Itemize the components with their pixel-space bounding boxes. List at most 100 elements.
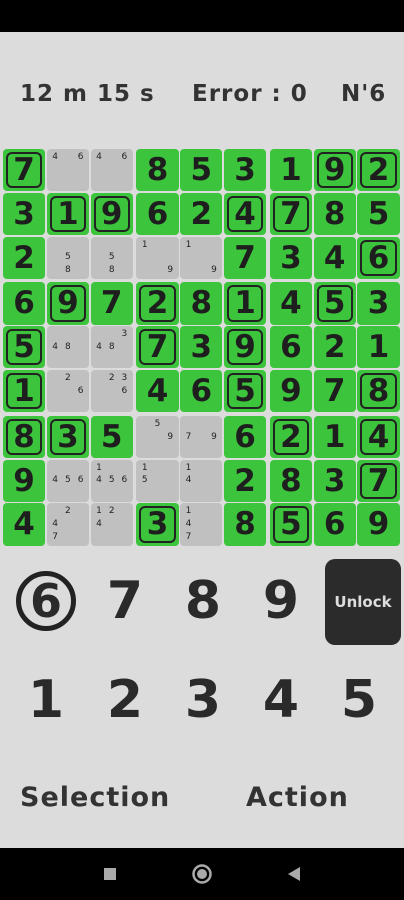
- board-cell-filled[interactable]: 3: [269, 236, 312, 279]
- board-cell-empty[interactable]: 247: [46, 503, 89, 546]
- board-cell-filled[interactable]: 5: [3, 326, 46, 369]
- number-key-1[interactable]: 1: [16, 670, 76, 730]
- board-cell-filled[interactable]: 8: [3, 415, 46, 458]
- board-cell-empty[interactable]: 46: [90, 149, 133, 192]
- board-cell-empty[interactable]: 19: [136, 236, 179, 279]
- board-cell-filled[interactable]: 1: [224, 282, 267, 325]
- board-cell-filled[interactable]: 6: [3, 282, 46, 325]
- board-cell-filled[interactable]: 7: [313, 370, 356, 413]
- board-cell-filled[interactable]: 7: [90, 282, 133, 325]
- number-key-3[interactable]: 3: [173, 670, 233, 730]
- number-key-2[interactable]: 2: [95, 670, 155, 730]
- board-cell-filled[interactable]: 5: [180, 149, 223, 192]
- board-cell-filled[interactable]: 2: [313, 326, 356, 369]
- board-cell-filled[interactable]: 4: [357, 415, 400, 458]
- board-cell-filled[interactable]: 5: [269, 503, 312, 546]
- board-cell-empty[interactable]: 19: [180, 236, 223, 279]
- board-cell-filled[interactable]: 6: [224, 415, 267, 458]
- board-cell-filled[interactable]: 1: [269, 149, 312, 192]
- board-cell-empty[interactable]: 15: [136, 459, 179, 502]
- board-cell-filled[interactable]: 5: [224, 370, 267, 413]
- pencil-note: 1: [185, 239, 192, 250]
- board-cell-filled[interactable]: 1: [46, 192, 89, 235]
- board-cell-filled[interactable]: 5: [357, 192, 400, 235]
- board-cell-filled[interactable]: 9: [3, 459, 46, 502]
- board-cell-filled[interactable]: 4: [313, 236, 356, 279]
- board-cell-empty[interactable]: 46: [46, 149, 89, 192]
- board-cell-filled[interactable]: 4: [3, 503, 46, 546]
- board-cell-filled[interactable]: 6: [180, 370, 223, 413]
- selection-mode-button[interactable]: Selection: [20, 778, 170, 818]
- board-cell-filled[interactable]: 6: [313, 503, 356, 546]
- board-cell-empty[interactable]: 59: [136, 415, 179, 458]
- board-cell-filled[interactable]: 7: [269, 192, 312, 235]
- board-cell-filled[interactable]: 2: [3, 236, 46, 279]
- board-cell-filled[interactable]: 8: [269, 459, 312, 502]
- board-cell-filled[interactable]: 6: [357, 236, 400, 279]
- board-cell-empty[interactable]: 58: [90, 236, 133, 279]
- board-cell-empty[interactable]: 23 6: [90, 370, 133, 413]
- board-cell-filled[interactable]: 3: [136, 503, 179, 546]
- action-mode-button[interactable]: Action: [246, 778, 349, 818]
- board-cell-empty[interactable]: 14: [180, 459, 223, 502]
- board-cell-filled[interactable]: 8: [224, 503, 267, 546]
- back-button[interactable]: [274, 848, 314, 900]
- board-cell-empty[interactable]: 3 48: [90, 326, 133, 369]
- number-key-4[interactable]: 4: [251, 670, 311, 730]
- board-cell-filled[interactable]: 3: [357, 282, 400, 325]
- board-cell-empty[interactable]: 26: [46, 370, 89, 413]
- board-cell-filled[interactable]: 2: [224, 459, 267, 502]
- board-cell-filled[interactable]: 3: [180, 326, 223, 369]
- board-cell-filled[interactable]: 6: [269, 326, 312, 369]
- board-cell-filled[interactable]: 3: [3, 192, 46, 235]
- board-cell-filled[interactable]: 3: [224, 149, 267, 192]
- board-cell-filled[interactable]: 5: [90, 415, 133, 458]
- board-cell-filled[interactable]: 7: [224, 236, 267, 279]
- board-cell-filled[interactable]: 8: [136, 149, 179, 192]
- board-cell-filled[interactable]: 7: [3, 149, 46, 192]
- board-cell-filled[interactable]: 1: [313, 415, 356, 458]
- number-key-8[interactable]: 8: [173, 571, 233, 631]
- number-key-6[interactable]: 6: [16, 571, 76, 631]
- board-cell-empty[interactable]: 58: [46, 236, 89, 279]
- board-cell-filled[interactable]: 5: [313, 282, 356, 325]
- board-cell-empty[interactable]: 1 47: [180, 503, 223, 546]
- board-cell-filled[interactable]: 3: [313, 459, 356, 502]
- pencil-note: 9: [211, 431, 217, 442]
- board-cell-empty[interactable]: 124: [90, 503, 133, 546]
- number-key-5[interactable]: 5: [329, 670, 389, 730]
- board-cell-filled[interactable]: 8: [313, 192, 356, 235]
- board-cell-filled[interactable]: 9: [46, 282, 89, 325]
- board-cell-empty[interactable]: 456: [46, 459, 89, 502]
- board-cell-filled[interactable]: 8: [357, 370, 400, 413]
- board-cell-filled[interactable]: 7: [357, 459, 400, 502]
- board-cell-filled[interactable]: 9: [90, 192, 133, 235]
- board-cell-filled[interactable]: 6: [136, 192, 179, 235]
- unlock-button[interactable]: Unlock: [325, 559, 401, 645]
- board-cell-filled[interactable]: 4: [269, 282, 312, 325]
- recents-button[interactable]: [90, 848, 130, 900]
- board-cell-filled[interactable]: 9: [224, 326, 267, 369]
- board-cell-filled[interactable]: 8: [180, 282, 223, 325]
- board-cell-filled[interactable]: 1: [3, 370, 46, 413]
- pencil-note: [208, 239, 221, 252]
- board-cell-filled[interactable]: 2: [136, 282, 179, 325]
- board-cell-filled[interactable]: 3: [46, 415, 89, 458]
- board-cell-filled[interactable]: 2: [357, 149, 400, 192]
- board-cell-empty[interactable]: 48: [46, 326, 89, 369]
- board-cell-empty[interactable]: 1 456: [90, 459, 133, 502]
- home-button[interactable]: [182, 848, 222, 900]
- board-cell-filled[interactable]: 9: [357, 503, 400, 546]
- board-cell-filled[interactable]: 7: [136, 326, 179, 369]
- board-cell-filled[interactable]: 9: [313, 149, 356, 192]
- board-cell-filled[interactable]: 4: [224, 192, 267, 235]
- board-cell-filled[interactable]: 4: [136, 370, 179, 413]
- number-key-9[interactable]: 9: [251, 571, 311, 631]
- number-key-7[interactable]: 7: [95, 571, 155, 631]
- board-cell-filled[interactable]: 1: [357, 326, 400, 369]
- board-cell-empty[interactable]: 79: [180, 415, 223, 458]
- cell-digit: 4: [227, 195, 264, 232]
- board-cell-filled[interactable]: 9: [269, 370, 312, 413]
- board-cell-filled[interactable]: 2: [180, 192, 223, 235]
- board-cell-filled[interactable]: 2: [269, 415, 312, 458]
